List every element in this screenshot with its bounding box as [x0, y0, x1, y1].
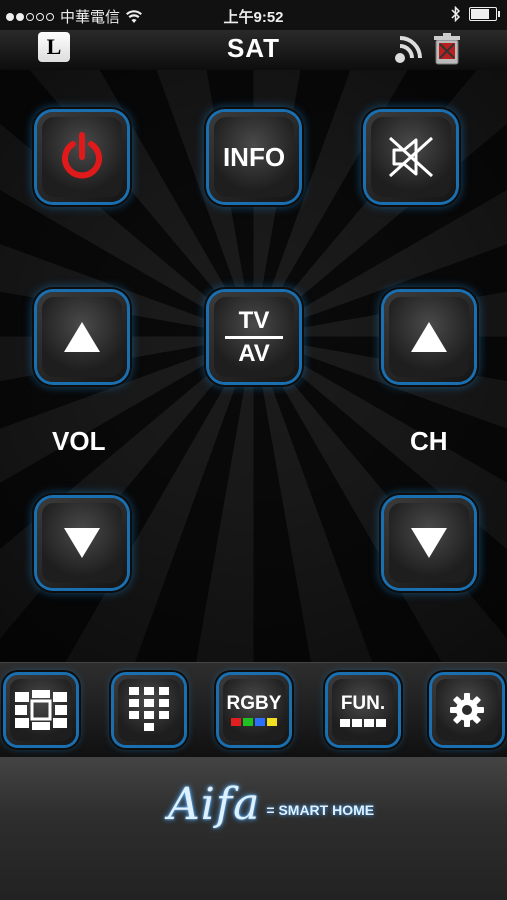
volume-up-button[interactable] [37, 292, 127, 382]
channel-down-button[interactable] [384, 498, 474, 588]
status-time: 上午9:52 [223, 9, 284, 26]
color-keys-icon [231, 718, 277, 726]
tv-label: TV [238, 306, 270, 334]
remote-panel: INFO TV AV VOL CH [0, 70, 507, 662]
function-keys-icon [340, 718, 386, 727]
info-label: INFO [222, 141, 286, 172]
footer: Aifa = SMART HOME [0, 757, 507, 900]
wireless-signal-icon[interactable] [392, 34, 424, 66]
gear-icon [450, 693, 484, 727]
battery-icon [469, 7, 500, 21]
power-button[interactable] [37, 112, 127, 202]
volume-label: VOL [52, 426, 106, 456]
channel-up-button[interactable] [384, 292, 474, 382]
brand-script: Aifa [168, 779, 261, 830]
brand-tagline: = SMART HOME [266, 802, 375, 818]
channel-label: CH [410, 426, 448, 456]
rgby-button[interactable]: RGBY [219, 675, 289, 745]
mute-speaker-icon [388, 136, 434, 178]
number-keypad-icon [129, 687, 169, 731]
navigation-pad-icon [15, 690, 67, 730]
power-icon [62, 132, 102, 179]
av-label: AV [238, 339, 270, 367]
tv-av-button[interactable]: TV AV [209, 292, 299, 382]
function-button[interactable]: FUN. [328, 675, 398, 745]
function-label: FUN. [340, 692, 386, 714]
triangle-down-icon [64, 528, 100, 558]
info-button[interactable]: INFO [209, 112, 299, 202]
status-bar: 中華電信 上午9:52 [0, 0, 507, 30]
triangle-up-icon [64, 322, 100, 352]
status-right [451, 6, 500, 22]
bottom-toolbar: RGBY FUN. [0, 662, 507, 758]
app-header: L SAT [0, 30, 507, 71]
number-keypad-button[interactable] [114, 675, 184, 745]
volume-down-button[interactable] [37, 498, 127, 588]
triangle-up-icon [411, 322, 447, 352]
navigation-pad-button[interactable] [6, 675, 76, 745]
page-title: SAT [226, 33, 281, 63]
rgby-label: RGBY [226, 693, 282, 714]
mute-button[interactable] [366, 112, 456, 202]
triangle-down-icon [411, 528, 447, 558]
bluetooth-icon [451, 6, 461, 22]
trash-icon[interactable] [432, 32, 462, 66]
brand-logo: Aifa = SMART HOME [168, 779, 374, 830]
settings-button[interactable] [432, 675, 502, 745]
